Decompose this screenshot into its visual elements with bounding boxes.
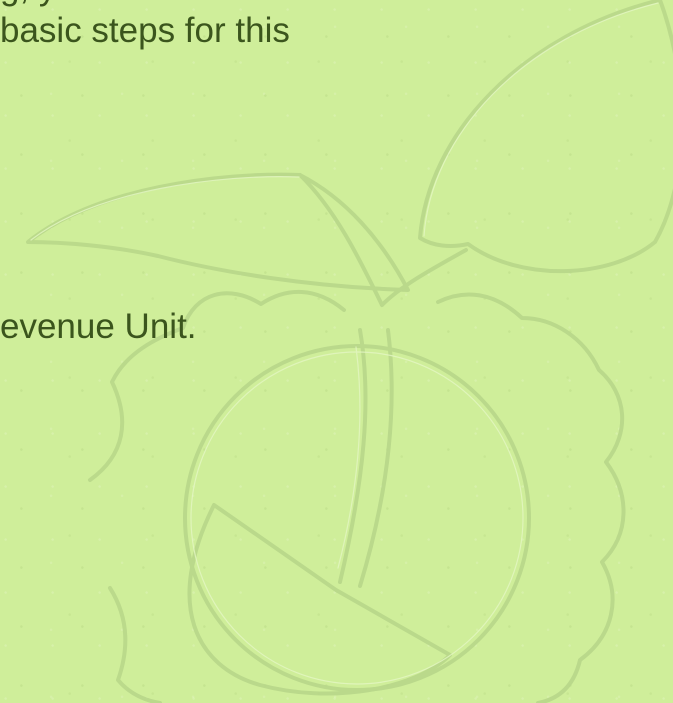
slide-text-line-1: basic steps for this bbox=[0, 11, 290, 50]
slide-canvas: g, y basic steps for this evenue Unit. bbox=[0, 0, 673, 703]
sprout-gear-watermark-icon bbox=[26, 0, 673, 703]
slide-text-line-2: evenue Unit. bbox=[0, 307, 197, 346]
